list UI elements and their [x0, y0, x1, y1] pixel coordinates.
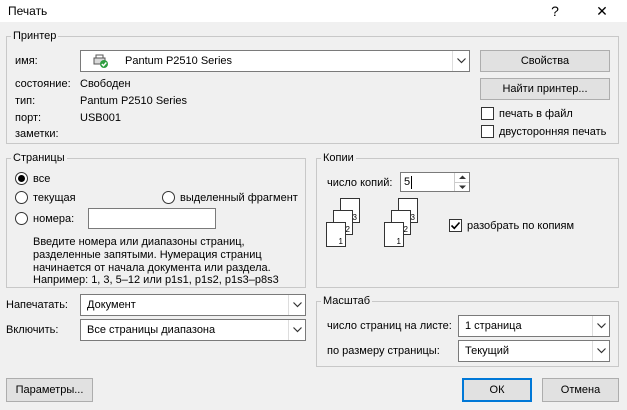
print-to-file-label: печать в файл [499, 108, 573, 120]
selection-radio[interactable] [162, 191, 175, 204]
page-number: 1 [338, 237, 343, 246]
pages-per-sheet-combo[interactable]: 1 страница [458, 315, 610, 337]
page-numbers-input[interactable] [88, 208, 216, 229]
selection-label: выделенный фрагмент [180, 192, 298, 204]
notes-label: заметки: [15, 128, 59, 140]
type-value: Pantum P2510 Series [80, 95, 188, 107]
type-label: тип: [15, 95, 36, 107]
text-caret [411, 176, 412, 189]
pages-per-sheet-value: 1 страница [465, 320, 522, 332]
printer-name-value: Pantum P2510 Series [125, 55, 233, 67]
page-preview: 1 [326, 222, 346, 247]
port-label: порт: [15, 112, 42, 124]
print-what-combo[interactable]: Документ [80, 294, 306, 316]
collate-illustration-2: 3 2 1 [384, 198, 424, 253]
page-number: 1 [396, 237, 401, 246]
port-value: USB001 [80, 112, 121, 124]
all-pages-radio[interactable] [15, 172, 28, 185]
properties-button[interactable]: Свойства [480, 50, 610, 72]
spin-up-icon[interactable] [454, 173, 469, 182]
scale-to-paper-label: по размеру страницы: [327, 345, 440, 357]
print-what-value: Документ [87, 299, 136, 311]
page-number: 3 [352, 213, 357, 222]
collate-illustration-1: 3 2 1 [326, 198, 366, 253]
chevron-down-icon[interactable] [288, 320, 305, 340]
printer-name-label: имя: [15, 55, 38, 67]
page-numbers-radio[interactable] [15, 212, 28, 225]
pages-hint-line-1: Введите номера или диапазоны страниц, [33, 236, 245, 248]
printer-group-label: Принтер [11, 30, 59, 42]
page-preview: 1 [384, 222, 404, 247]
page-number: 2 [345, 225, 350, 234]
current-page-radio[interactable] [15, 191, 28, 204]
pages-group-label: Страницы [11, 152, 67, 164]
page-number: 3 [410, 213, 415, 222]
page-numbers-label: номера: [33, 213, 75, 225]
printer-name-combo[interactable]: Pantum P2510 Series [80, 50, 470, 72]
collate-checkbox[interactable] [449, 219, 462, 232]
print-to-file-checkbox[interactable] [481, 107, 494, 120]
zoom-group-label: Масштаб [321, 295, 373, 307]
pages-hint-line-2: разделенные запятыми. Нумерация страниц [33, 249, 262, 261]
status-value: Свободен [80, 78, 131, 90]
pages-hint-line-4: Например: 1, 3, 5–12 или p1s1, p1s2, p1s… [33, 274, 279, 286]
options-button[interactable]: Параметры... [6, 378, 93, 402]
copies-count-input[interactable]: 5 [400, 172, 470, 192]
include-label: Включить: [6, 324, 59, 336]
find-printer-button[interactable]: Найти принтер... [480, 78, 610, 100]
include-value: Все страницы диапазона [87, 324, 216, 336]
chevron-down-icon[interactable] [288, 295, 305, 315]
chevron-down-icon[interactable] [452, 51, 469, 71]
scale-to-paper-combo[interactable]: Текущий [458, 340, 610, 362]
collate-label: разобрать по копиям [467, 220, 575, 232]
pages-per-sheet-label: число страниц на листе: [327, 320, 452, 332]
cancel-button[interactable]: Отмена [542, 378, 619, 402]
current-page-label: текущая [33, 192, 76, 204]
copies-count-label: число копий: [327, 177, 393, 189]
copies-group-label: Копии [321, 152, 356, 164]
copies-count-value: 5 [404, 176, 411, 188]
page-number: 2 [403, 225, 408, 234]
close-icon[interactable]: ✕ [585, 0, 619, 22]
window-title: Печать [8, 4, 48, 18]
chevron-down-icon[interactable] [592, 316, 609, 336]
duplex-checkbox[interactable] [481, 125, 494, 138]
all-pages-label: все [33, 173, 51, 185]
help-button[interactable]: ? [538, 0, 572, 22]
printer-icon [93, 54, 109, 68]
ok-button[interactable]: ОК [462, 378, 532, 402]
include-combo[interactable]: Все страницы диапазона [80, 319, 306, 341]
duplex-label: двусторонняя печать [499, 126, 607, 138]
spin-down-icon[interactable] [454, 182, 469, 191]
pages-hint-line-3: начинается от начала документа или разде… [33, 262, 271, 274]
title-bar [0, 0, 627, 22]
scale-to-paper-value: Текущий [465, 345, 509, 357]
status-label: состояние: [15, 78, 71, 90]
print-what-label: Напечатать: [6, 299, 68, 311]
chevron-down-icon[interactable] [592, 341, 609, 361]
